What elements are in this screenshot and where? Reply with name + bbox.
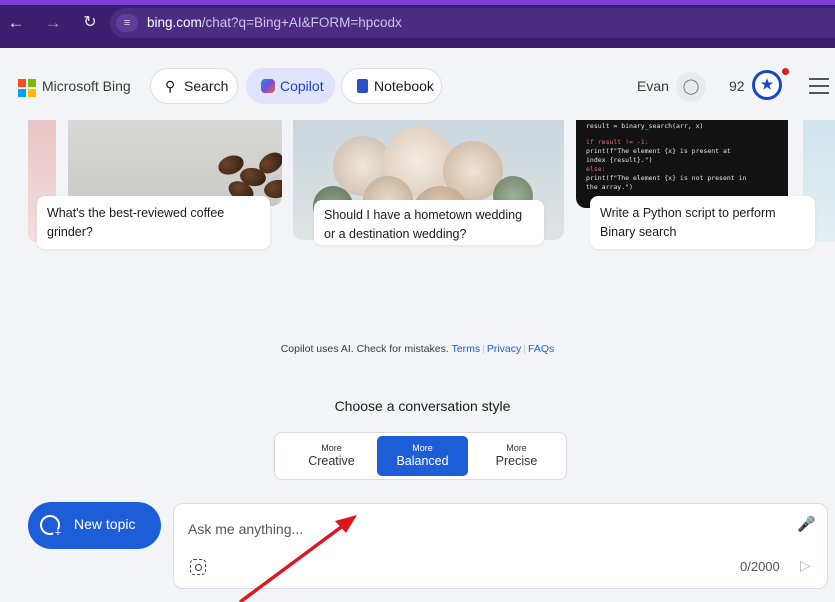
style-option-prefix: More bbox=[506, 443, 527, 453]
conversation-style-selector: More Creative More Balanced More Precise bbox=[274, 432, 567, 480]
style-option-precise[interactable]: More Precise bbox=[471, 436, 562, 476]
brand-name[interactable]: Microsoft Bing bbox=[42, 78, 131, 94]
tab-search[interactable]: ⚲ Search bbox=[150, 68, 238, 104]
hamburger-menu-icon[interactable] bbox=[809, 78, 829, 94]
site-info-icon[interactable]: ≡ bbox=[116, 14, 138, 32]
suggestion-card-wedding[interactable]: Should I have a hometown wedding or a de… bbox=[314, 200, 544, 245]
browser-toolbar: ← → ↻ ≡ bing.com/chat?q=Bing+AI&FORM=hpc… bbox=[0, 0, 835, 48]
disclaimer-text: Copilot uses AI. Check for mistakes. bbox=[280, 343, 449, 355]
style-option-prefix: More bbox=[321, 443, 342, 453]
rewards-trophy-icon[interactable]: ★ bbox=[752, 70, 782, 100]
url-text[interactable]: bing.com/chat?q=Bing+AI&FORM=hpcodx bbox=[147, 15, 402, 30]
python-code-image[interactable]: result = binary_search(arr, x) if result… bbox=[576, 120, 788, 208]
tab-search-label: Search bbox=[184, 78, 229, 94]
chat-input[interactable] bbox=[188, 518, 748, 540]
code-line: print(f"The element {x} is present at bbox=[586, 147, 731, 155]
suggestion-card-coffee[interactable]: What's the best-reviewed coffee grinder? bbox=[37, 196, 270, 249]
url-path: /chat?q=Bing+AI&FORM=hpcodx bbox=[201, 15, 402, 30]
new-topic-label: New topic bbox=[74, 516, 136, 532]
microsoft-logo-icon[interactable] bbox=[18, 79, 36, 97]
ai-disclaimer: Copilot uses AI. Check for mistakes. Ter… bbox=[280, 343, 555, 355]
style-option-creative[interactable]: More Creative bbox=[286, 436, 377, 476]
tab-notebook-label: Notebook bbox=[374, 78, 434, 94]
style-option-label: Balanced bbox=[396, 454, 449, 468]
reload-icon[interactable]: ↻ bbox=[80, 13, 100, 33]
address-bar[interactable]: ≡ bing.com/chat?q=Bing+AI&FORM=hpcodx bbox=[110, 8, 835, 38]
tab-notebook[interactable]: Notebook bbox=[341, 68, 442, 104]
notebook-icon bbox=[357, 79, 368, 93]
tab-copilot-label: Copilot bbox=[280, 78, 324, 94]
chat-composer[interactable]: 🎤 0/2000 ▷ bbox=[173, 503, 828, 589]
style-option-label: Precise bbox=[495, 454, 538, 468]
search-icon: ⚲ bbox=[165, 78, 176, 94]
copilot-icon bbox=[261, 79, 275, 93]
visual-search-icon[interactable] bbox=[190, 559, 206, 575]
notification-dot bbox=[782, 68, 789, 75]
send-icon[interactable]: ▷ bbox=[800, 556, 816, 574]
microphone-icon[interactable]: 🎤 bbox=[797, 515, 816, 535]
conversation-style-title: Choose a conversation style bbox=[334, 398, 511, 414]
code-line: print(f"The element {x} is not present i… bbox=[586, 174, 747, 182]
coffee-beans-image[interactable] bbox=[68, 120, 282, 206]
code-line: the array.") bbox=[586, 183, 633, 191]
new-topic-button[interactable]: New topic bbox=[28, 502, 161, 549]
faqs-link[interactable]: FAQs bbox=[528, 343, 554, 355]
user-name[interactable]: Evan bbox=[637, 78, 669, 94]
terms-link[interactable]: Terms bbox=[452, 343, 481, 355]
privacy-link[interactable]: Privacy bbox=[487, 343, 521, 355]
url-host: bing.com bbox=[147, 15, 202, 30]
suggestion-card-python[interactable]: Write a Python script to perform Binary … bbox=[590, 196, 815, 249]
style-option-label: Creative bbox=[308, 454, 355, 468]
suggestion-carousel: result = binary_search(arr, x) if result… bbox=[0, 120, 835, 266]
bing-header: Microsoft Bing ⚲ Search Copilot Notebook… bbox=[0, 48, 835, 120]
code-line: else: bbox=[586, 165, 606, 173]
forward-icon[interactable]: → bbox=[43, 13, 63, 33]
code-line: index {result}.") bbox=[586, 156, 653, 164]
user-avatar-icon[interactable]: ◯ bbox=[676, 72, 706, 102]
window-top-bar bbox=[0, 0, 835, 5]
code-line: result = binary_search(arr, x) bbox=[586, 122, 704, 130]
tab-copilot[interactable]: Copilot bbox=[246, 68, 335, 104]
back-icon[interactable]: ← bbox=[6, 13, 26, 33]
style-option-balanced[interactable]: More Balanced bbox=[377, 436, 468, 476]
new-chat-icon bbox=[40, 515, 63, 539]
code-line: if result != -1: bbox=[586, 138, 649, 146]
character-counter: 0/2000 bbox=[740, 559, 780, 574]
rewards-points[interactable]: 92 bbox=[729, 78, 745, 94]
style-option-prefix: More bbox=[412, 443, 433, 453]
